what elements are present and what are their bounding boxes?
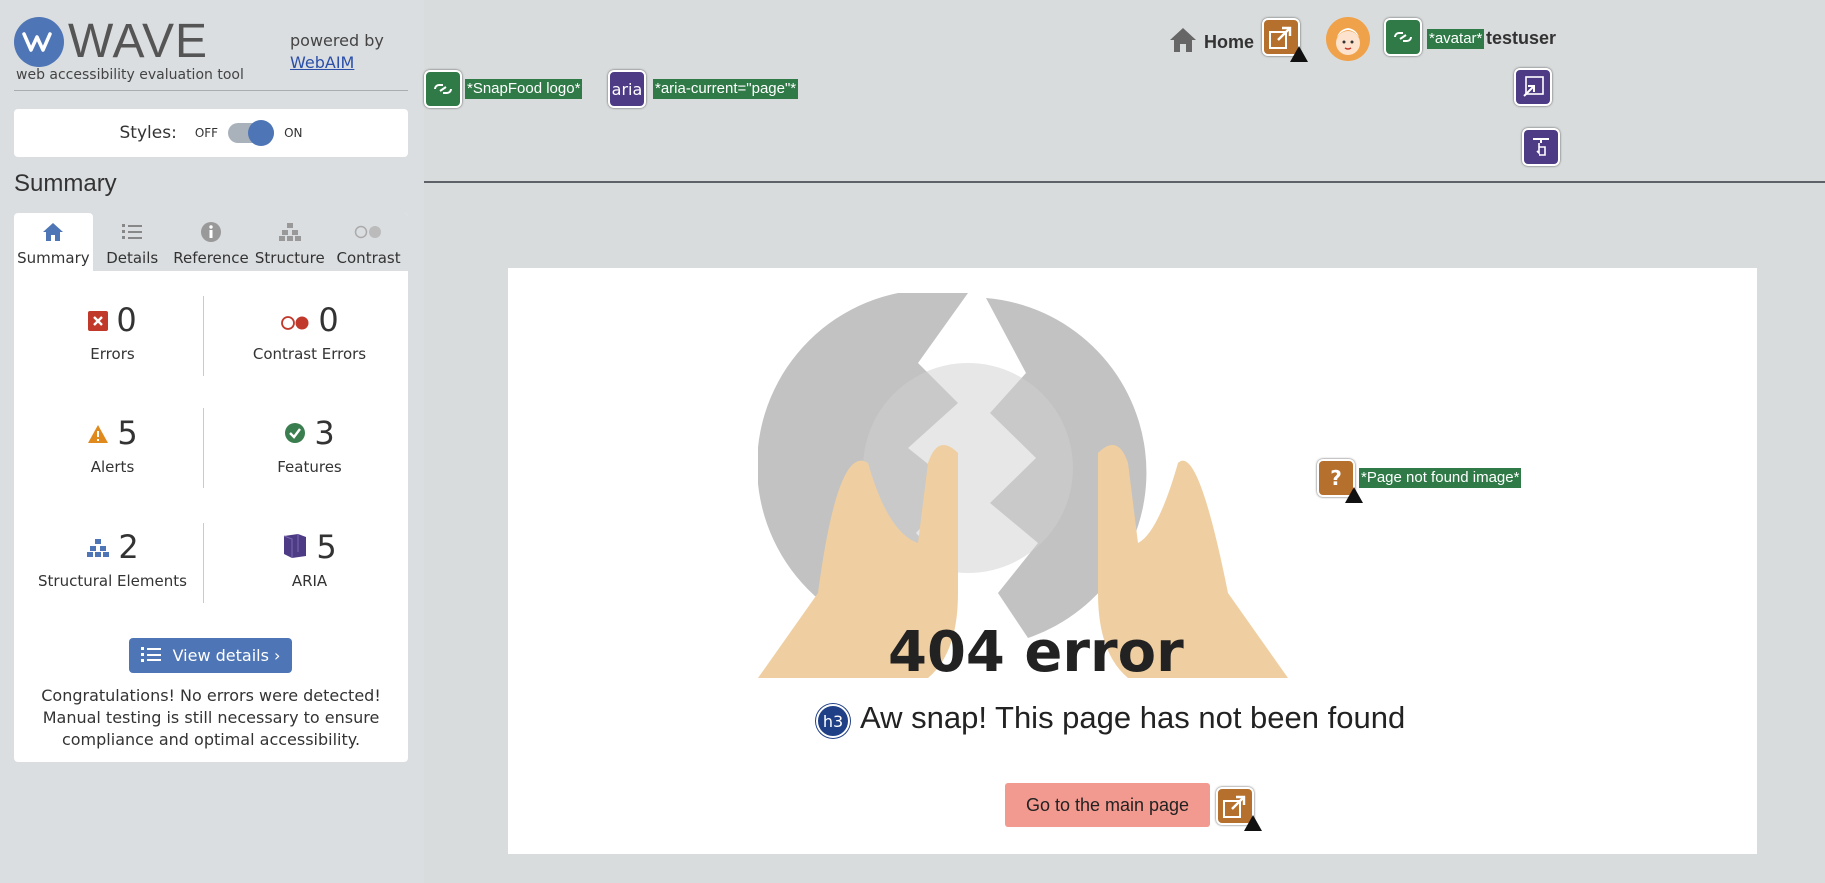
alert-icon bbox=[87, 414, 109, 452]
aria-badge-icon[interactable]: aria bbox=[608, 70, 646, 108]
alt-missing-alert-icon[interactable]: ? bbox=[1317, 459, 1363, 503]
errors-label: Errors bbox=[90, 345, 135, 363]
summary-panel: Summary Details Reference Structure Cont… bbox=[14, 213, 408, 762]
stat-errors[interactable]: 0 Errors bbox=[14, 301, 211, 363]
structure-icon bbox=[278, 219, 302, 245]
stat-features[interactable]: 3 Features bbox=[211, 414, 408, 476]
stat-contrast-errors[interactable]: 0 Contrast Errors bbox=[211, 301, 408, 363]
alerts-count: 5 bbox=[117, 414, 138, 452]
wave-tagline: web accessibility evaluation tool bbox=[16, 67, 244, 83]
home-icon bbox=[42, 219, 64, 245]
warning-icon bbox=[1244, 815, 1262, 831]
page-not-found-image-label: *Page not found image* bbox=[1359, 468, 1522, 488]
alerts-label: Alerts bbox=[90, 458, 135, 476]
stat-alerts[interactable]: 5 Alerts bbox=[14, 414, 211, 476]
errors-count: 0 bbox=[116, 301, 137, 339]
avatar[interactable] bbox=[1326, 17, 1370, 61]
wave-logo-mark bbox=[14, 16, 64, 67]
divider bbox=[14, 90, 408, 91]
feature-check-icon bbox=[284, 414, 306, 452]
tab-label: Structure bbox=[254, 249, 325, 267]
avatar-alt-label: *avatar* bbox=[1427, 29, 1485, 49]
tab-contrast[interactable]: Contrast bbox=[329, 213, 408, 271]
structure-icon bbox=[86, 528, 110, 566]
username-link[interactable]: testuser bbox=[1486, 28, 1556, 49]
tab-structure[interactable]: Structure bbox=[250, 213, 329, 271]
view-details-button[interactable]: View details › bbox=[129, 638, 292, 673]
warning-icon bbox=[1345, 487, 1363, 503]
aria-popup-icon[interactable] bbox=[1514, 68, 1552, 106]
link-icon[interactable] bbox=[424, 70, 462, 108]
snapfood-logo-label: *SnapFood logo* bbox=[465, 79, 583, 99]
toggle-knob bbox=[248, 120, 275, 146]
styles-label: Styles: bbox=[119, 123, 177, 143]
stat-structural[interactable]: 2 Structural Elements bbox=[14, 528, 211, 590]
redundant-link-alert-icon[interactable] bbox=[1262, 18, 1308, 62]
tab-details[interactable]: Details bbox=[93, 213, 172, 271]
features-label: Features bbox=[277, 458, 342, 476]
header-divider bbox=[424, 181, 1825, 183]
image-icon[interactable] bbox=[1384, 18, 1422, 56]
styles-off-label: OFF bbox=[194, 126, 219, 140]
powered-by-text: powered by bbox=[290, 31, 384, 50]
styles-on-label: ON bbox=[284, 126, 303, 140]
styles-toggle-box: Styles: OFF ON bbox=[14, 109, 408, 157]
styles-toggle[interactable] bbox=[228, 120, 275, 146]
list-icon bbox=[121, 219, 143, 245]
congrats-message: Congratulations! No errors were detected… bbox=[41, 686, 381, 749]
webaim-link[interactable]: WebAIM bbox=[290, 53, 354, 72]
tab-label: Summary bbox=[17, 249, 90, 267]
tab-summary[interactable]: Summary bbox=[14, 213, 93, 271]
home-icon bbox=[1168, 26, 1198, 59]
tab-label: Details bbox=[106, 249, 159, 267]
wave-logo: WAVE bbox=[14, 14, 208, 69]
structural-count: 2 bbox=[118, 528, 139, 566]
tab-reference[interactable]: Reference bbox=[172, 213, 251, 271]
aria-label: ARIA bbox=[291, 572, 328, 590]
structural-label: Structural Elements bbox=[38, 572, 187, 590]
powered-by: powered by WebAIM bbox=[290, 30, 384, 74]
aria-icon bbox=[282, 528, 308, 566]
home-label: Home bbox=[1204, 32, 1255, 52]
warning-icon bbox=[1290, 46, 1308, 62]
page-content: *SnapFood logo* aria *aria-current="page… bbox=[424, 0, 1825, 883]
h3-badge[interactable]: h3 bbox=[816, 704, 850, 738]
wave-sidebar: WAVE web accessibility evaluation tool p… bbox=[0, 0, 424, 883]
list-icon bbox=[140, 646, 161, 666]
contrast-error-icon bbox=[280, 301, 310, 339]
nav-home-link[interactable]: Home bbox=[1168, 26, 1254, 59]
aria-tabindex-icon[interactable] bbox=[1522, 128, 1560, 166]
features-count: 3 bbox=[314, 414, 335, 452]
contrast-icon bbox=[354, 219, 384, 245]
aria-count: 5 bbox=[316, 528, 337, 566]
info-icon bbox=[200, 219, 222, 245]
error-icon bbox=[88, 301, 109, 339]
error-heading: Aw snap! This page has not been found bbox=[860, 700, 1406, 735]
redundant-link-alert-icon[interactable] bbox=[1216, 787, 1262, 831]
summary-heading: Summary bbox=[14, 170, 117, 197]
wave-logo-text: WAVE bbox=[68, 15, 209, 68]
contrast-errors-label: Contrast Errors bbox=[252, 345, 367, 363]
stat-aria[interactable]: 5 ARIA bbox=[211, 528, 408, 590]
wave-tabs: Summary Details Reference Structure Cont… bbox=[14, 213, 408, 271]
tab-label: Reference bbox=[173, 249, 249, 267]
tab-label: Contrast bbox=[336, 249, 401, 267]
aria-current-label: *aria-current="page"* bbox=[653, 79, 799, 99]
go-main-page-button[interactable]: Go to the main page bbox=[1005, 783, 1210, 827]
contrast-errors-count: 0 bbox=[318, 301, 339, 339]
error-code: 404 error bbox=[888, 620, 1184, 685]
error-card: ? *Page not found image* 404 error h3 Aw… bbox=[508, 268, 1757, 854]
view-details-label: View details › bbox=[172, 646, 281, 665]
